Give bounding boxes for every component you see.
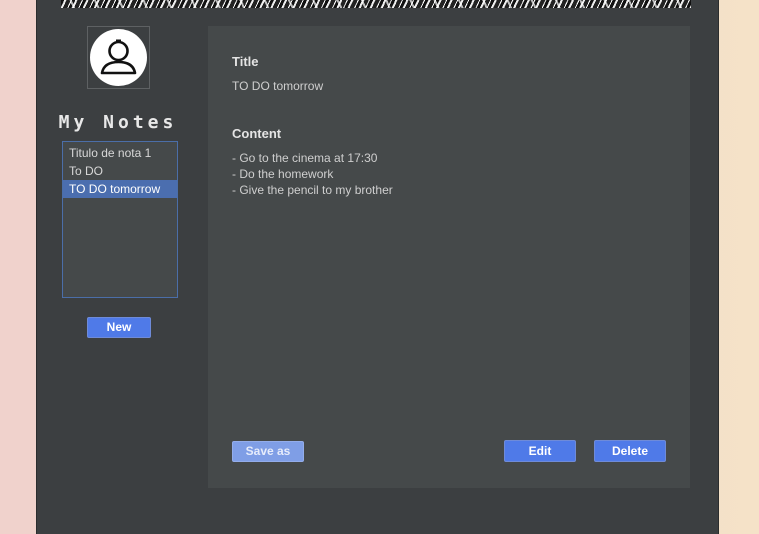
- edit-button[interactable]: Edit: [504, 440, 576, 462]
- app-window: My Notes Titulo de nota 1 To DO TO DO tomo…: [36, 0, 719, 534]
- note-detail-panel: Title TO DO tomorrow Content - Go to the…: [208, 26, 690, 488]
- notes-list[interactable]: Titulo de nota 1 To DO TO DO tomorrow: [62, 141, 178, 298]
- content-label: Content: [232, 126, 282, 141]
- avatar: [87, 26, 150, 89]
- list-item[interactable]: To DO: [63, 162, 177, 180]
- decorative-banner: [61, 0, 691, 8]
- user-avatar-icon: [90, 29, 147, 86]
- list-item[interactable]: TO DO tomorrow: [63, 180, 177, 198]
- sidebar-title: My Notes: [58, 112, 178, 133]
- content-line: - Do the homework: [232, 167, 334, 181]
- save-as-button[interactable]: Save as: [232, 441, 304, 462]
- new-note-button[interactable]: New: [87, 317, 151, 338]
- content-line: - Go to the cinema at 17:30: [232, 151, 378, 165]
- list-item[interactable]: Titulo de nota 1: [63, 144, 177, 162]
- delete-button[interactable]: Delete: [594, 440, 666, 462]
- note-title-value: TO DO tomorrow: [232, 79, 324, 93]
- content-line: - Give the pencil to my brother: [232, 183, 393, 197]
- title-label: Title: [232, 54, 259, 69]
- note-content: - Go to the cinema at 17:30 - Do the home…: [232, 150, 393, 198]
